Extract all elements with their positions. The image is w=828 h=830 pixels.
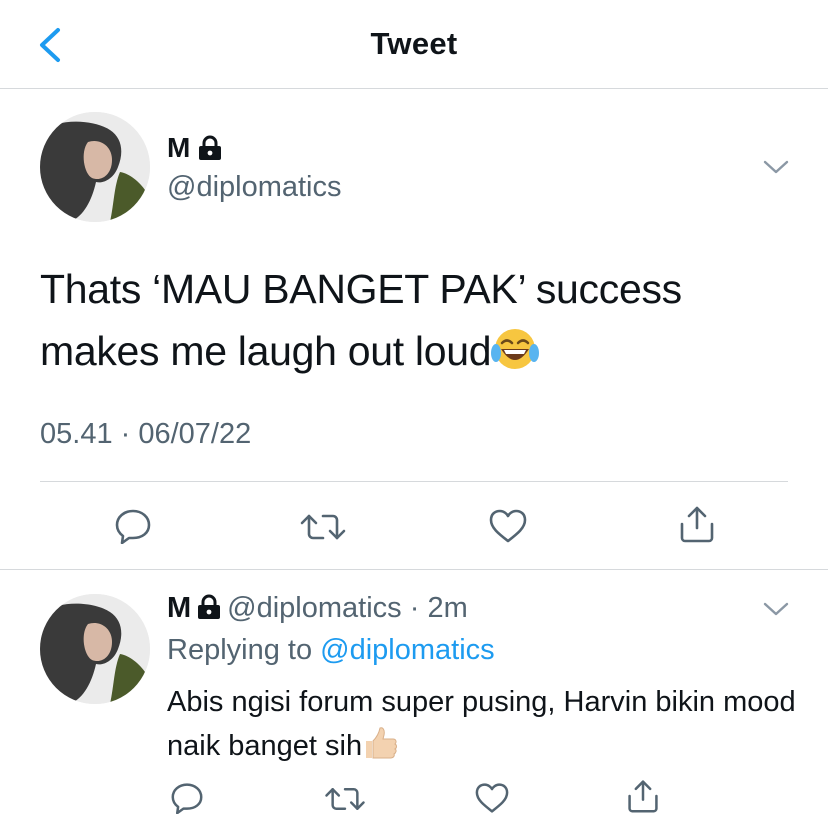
chevron-down-icon[interactable]	[762, 158, 790, 176]
author-name[interactable]: M	[167, 131, 190, 165]
reply-text-content: Abis ngisi forum super pusing, Harvin bi…	[167, 686, 796, 762]
top-bar: Tweet	[0, 0, 828, 89]
lock-icon	[198, 135, 222, 161]
author-row: M	[167, 131, 222, 165]
divider	[40, 481, 788, 482]
avatar[interactable]	[40, 112, 150, 222]
reply-author-handle[interactable]: @diplomatics	[227, 592, 402, 624]
separator-dot: ·	[401, 592, 428, 624]
replying-to-mention[interactable]: @diplomatics	[320, 634, 495, 666]
tweet-timestamp[interactable]: 05.41 · 06/07/22	[40, 418, 251, 451]
reply-header: M @diplomatics · 2m	[167, 590, 468, 626]
reply-icon[interactable]	[114, 508, 152, 549]
tweet-text-content: Thats ‘MAU BANGET PAK’ success makes me …	[40, 266, 682, 374]
laughing-emoji-icon	[491, 326, 540, 388]
chevron-down-icon[interactable]	[762, 600, 790, 618]
replying-to: Replying to @diplomatics	[167, 632, 495, 668]
reply-author-name[interactable]: M	[167, 592, 191, 624]
replying-to-label: Replying to	[167, 634, 321, 666]
reply-avatar[interactable]	[40, 594, 150, 704]
like-heart-icon[interactable]	[488, 508, 528, 549]
retweet-icon[interactable]	[324, 784, 366, 819]
reply-text: Abis ngisi forum super pusing, Harvin bi…	[167, 680, 807, 774]
share-icon[interactable]	[678, 504, 716, 549]
lock-icon	[197, 593, 221, 619]
share-icon[interactable]	[626, 778, 660, 819]
thumbs-up-emoji-icon	[362, 725, 398, 774]
like-heart-icon[interactable]	[474, 782, 510, 819]
retweet-icon[interactable]	[300, 510, 346, 549]
reply-time[interactable]: 2m	[427, 592, 467, 624]
author-handle[interactable]: @diplomatics	[167, 170, 342, 204]
page-title: Tweet	[370, 26, 458, 61]
reply-icon[interactable]	[170, 782, 204, 819]
tweet-text: Thats ‘MAU BANGET PAK’ success makes me …	[40, 258, 800, 388]
divider	[0, 569, 828, 570]
